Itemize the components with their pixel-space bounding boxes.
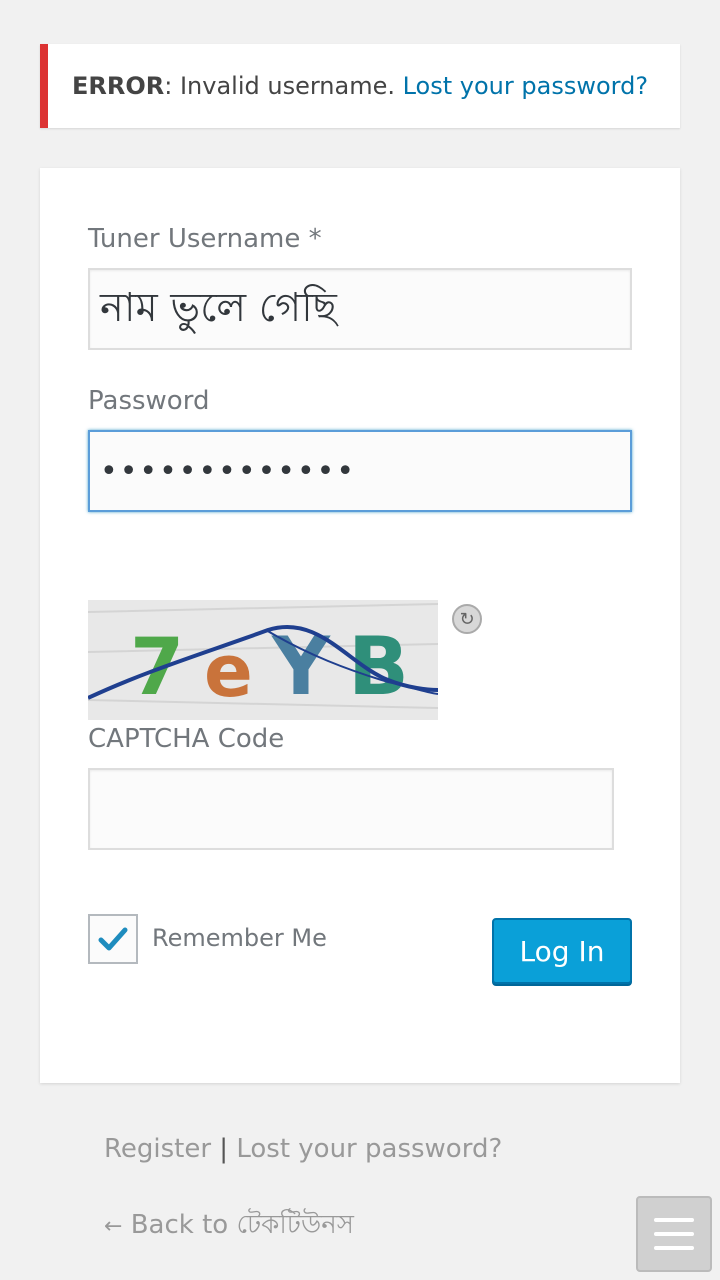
back-to-site-link[interactable]: ← Back to টেকটিউনস <box>104 1204 354 1248</box>
nav-separator: | <box>211 1134 237 1164</box>
captcha-char: Y <box>271 620 331 713</box>
register-link[interactable]: Register <box>104 1134 211 1164</box>
back-to-site-text: Back to টেকটিউনস <box>122 1210 354 1240</box>
remember-me-checkbox[interactable] <box>88 914 138 964</box>
remember-me-label: Remember Me <box>152 924 327 952</box>
error-text: : Invalid username. <box>164 72 403 100</box>
check-icon <box>98 927 128 951</box>
menu-line <box>654 1218 694 1222</box>
login-button[interactable]: Log In <box>492 918 632 984</box>
error-label: ERROR <box>72 72 165 100</box>
footer-nav: Register | Lost your password? <box>104 1134 502 1164</box>
error-notice: ERROR: Invalid username. Lost your passw… <box>40 44 680 128</box>
username-value: নাম ভুলে গেছি <box>100 284 337 331</box>
menu-line <box>654 1232 694 1236</box>
captcha-char: e <box>204 629 253 713</box>
captcha-input[interactable] <box>88 768 614 850</box>
hamburger-menu-icon[interactable] <box>636 1196 712 1272</box>
lost-password-link[interactable]: Lost your password? <box>236 1134 502 1164</box>
captcha-image: 7 e Y B <box>88 600 438 720</box>
password-label: Password <box>88 386 210 416</box>
refresh-icon[interactable]: ↻ <box>452 604 482 634</box>
back-arrow-icon: ← <box>104 1214 123 1239</box>
menu-line <box>654 1246 694 1250</box>
login-form: Tuner Username * নাম ভুলে গেছি Password … <box>40 168 680 1083</box>
login-button-label: Log In <box>519 934 605 968</box>
username-input[interactable]: নাম ভুলে গেছি <box>88 268 632 350</box>
captcha-char: B <box>348 620 409 713</box>
error-message: ERROR: Invalid username. Lost your passw… <box>72 44 648 128</box>
error-accent-bar <box>40 44 48 128</box>
password-value: ••••••••••••• <box>100 453 357 489</box>
error-lost-password-link[interactable]: Lost your password? <box>403 72 648 100</box>
username-label: Tuner Username * <box>88 224 322 254</box>
password-input[interactable]: ••••••••••••• <box>88 430 632 512</box>
captcha-label: CAPTCHA Code <box>88 724 285 754</box>
